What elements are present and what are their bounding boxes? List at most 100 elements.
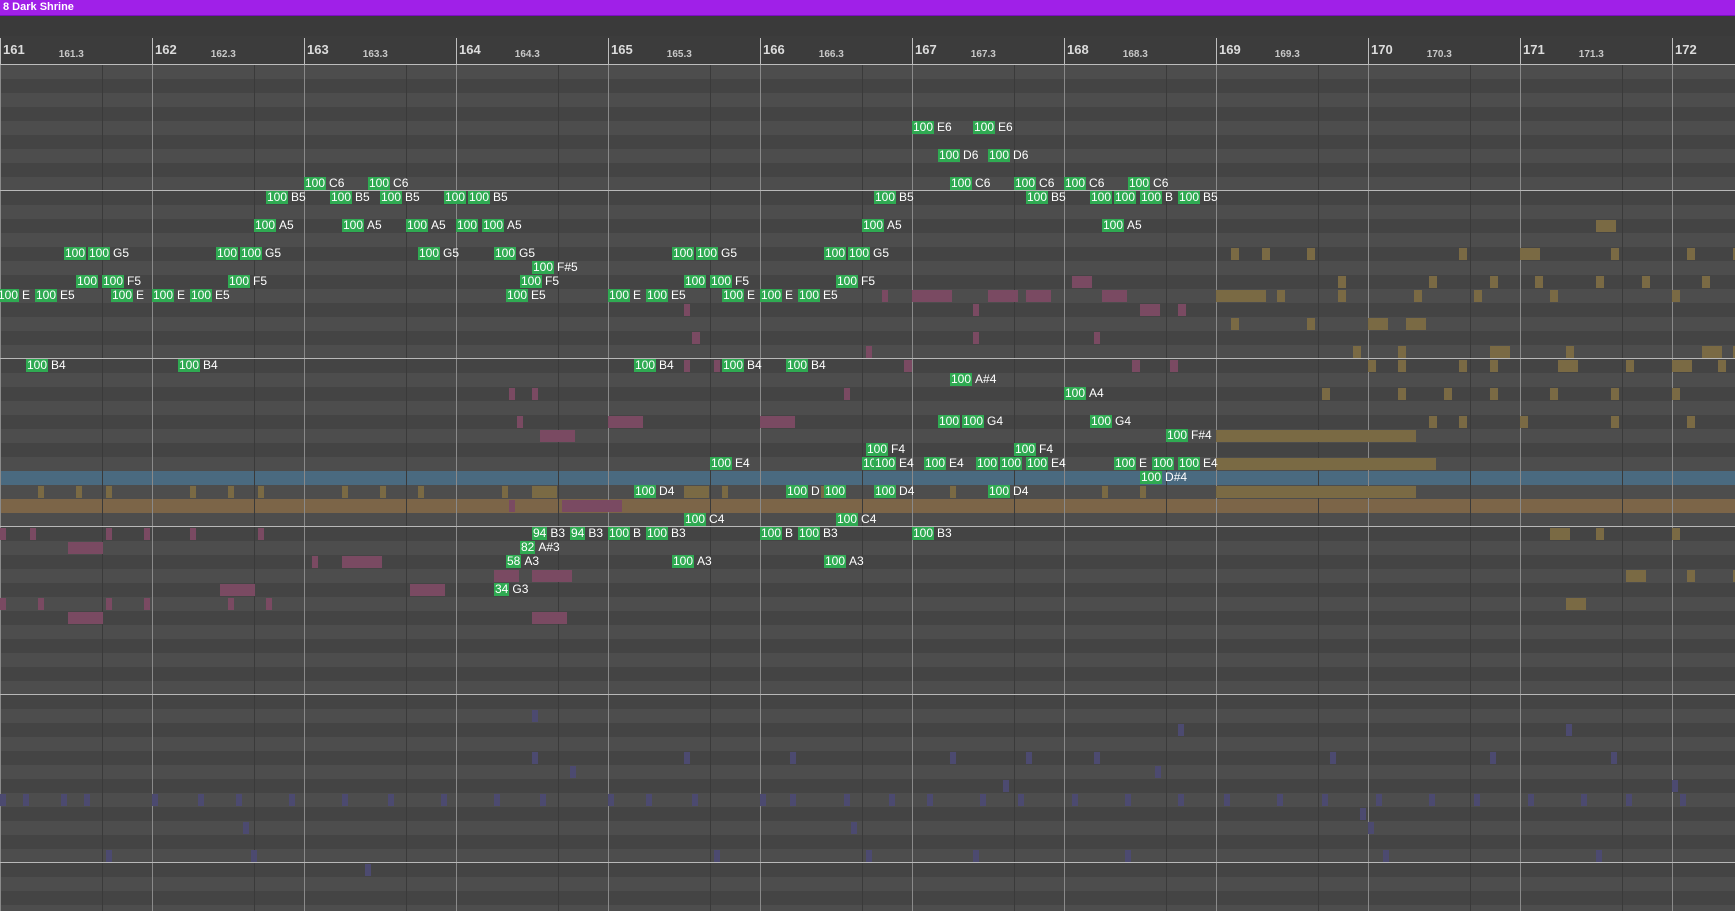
midi-note[interactable]: 100 B3 — [646, 527, 686, 540]
piano-roll-grid[interactable]: 100 E6 100 E6 100 D6 100 D6 100 C6 100 C6 100 C6 100 C6… — [0, 65, 1735, 911]
midi-note[interactable]: 100 E4 — [710, 457, 750, 470]
midi-note[interactable]: 100 E — [722, 289, 755, 302]
midi-note[interactable]: 100 — [1000, 457, 1023, 470]
midi-note[interactable]: 100 C6 — [950, 177, 990, 190]
midi-note[interactable]: 100 D4 — [874, 485, 914, 498]
midi-note[interactable]: 100 B — [760, 527, 793, 540]
midi-note[interactable]: 100 E6 — [973, 121, 1013, 134]
midi-note[interactable]: 100 C6 — [1128, 177, 1168, 190]
midi-note[interactable]: 100 F4 — [1014, 443, 1053, 456]
midi-note[interactable]: 100 A5 — [482, 219, 522, 232]
midi-note[interactable]: 100 E — [760, 289, 793, 302]
timeline-ruler[interactable]: 161 162 163 164 165 166 167 168 169 170 171 172 161.… — [0, 36, 1735, 65]
midi-note[interactable]: 100 B — [608, 527, 641, 540]
midi-note[interactable]: 100 — [672, 247, 695, 260]
midi-note[interactable]: 100 C6 — [304, 177, 344, 190]
midi-note[interactable]: 100 G5 — [848, 247, 889, 260]
midi-note[interactable]: 100 B — [1140, 191, 1173, 204]
midi-note[interactable]: 100 B3 — [912, 527, 952, 540]
midi-note[interactable]: 100 D#4 — [1140, 471, 1187, 484]
midi-note[interactable]: 100 E5 — [646, 289, 686, 302]
midi-note[interactable]: 34 G3 — [494, 583, 528, 596]
midi-note[interactable]: 100 E5 — [506, 289, 546, 302]
midi-note[interactable]: 100 E — [608, 289, 641, 302]
midi-note[interactable]: 100 C4 — [684, 513, 724, 526]
midi-note[interactable]: 100 — [456, 219, 479, 232]
midi-note[interactable]: 58 A3 — [506, 555, 539, 568]
midi-note[interactable]: 100 B4 — [786, 359, 826, 372]
midi-note[interactable]: 100 G5 — [418, 247, 459, 260]
midi-note[interactable]: 100 A3 — [824, 555, 864, 568]
midi-note[interactable]: 100 B4 — [26, 359, 66, 372]
midi-note[interactable]: 94 B3 — [570, 527, 603, 540]
midi-note[interactable]: 100 D4 — [634, 485, 674, 498]
midi-note[interactable]: 100 E5 — [798, 289, 838, 302]
midi-note[interactable]: 100 E5 — [35, 289, 75, 302]
midi-note[interactable]: 100 B5 — [1026, 191, 1066, 204]
midi-note[interactable]: 100 G5 — [696, 247, 737, 260]
midi-note[interactable]: 100 D6 — [988, 149, 1028, 162]
midi-note[interactable]: 100 A5 — [342, 219, 382, 232]
midi-note[interactable]: 100 A#4 — [950, 373, 996, 386]
midi-note[interactable]: 100 A3 — [672, 555, 712, 568]
midi-note[interactable]: 100 B5 — [874, 191, 914, 204]
midi-note[interactable]: 100 D — [786, 485, 820, 498]
midi-note[interactable]: 100 F5 — [102, 275, 141, 288]
midi-note[interactable]: 100 F5 — [710, 275, 749, 288]
midi-note[interactable]: 100 C6 — [1014, 177, 1054, 190]
midi-note[interactable]: 100 E — [111, 289, 144, 302]
midi-note[interactable]: 100 A5 — [406, 219, 446, 232]
midi-note[interactable]: 100 A5 — [254, 219, 294, 232]
midi-note[interactable]: 100 G5 — [494, 247, 535, 260]
midi-note[interactable]: 100 G5 — [88, 247, 129, 260]
midi-note[interactable]: 100 B5 — [330, 191, 370, 204]
midi-note[interactable]: 82 A#3 — [520, 541, 560, 554]
midi-note[interactable]: 100 E — [152, 289, 185, 302]
midi-note[interactable]: 100 F#4 — [1166, 429, 1212, 442]
midi-note[interactable]: 100 C6 — [1064, 177, 1104, 190]
midi-note[interactable]: 100 E4 — [924, 457, 964, 470]
midi-note[interactable]: 100 A5 — [1102, 219, 1142, 232]
midi-note[interactable]: 100 B4 — [178, 359, 218, 372]
midi-note[interactable]: 100 — [1090, 191, 1113, 204]
midi-note[interactable]: 100 F4 — [866, 443, 905, 456]
midi-note[interactable]: 100 F#5 — [532, 261, 578, 274]
midi-note[interactable]: 100 B5 — [380, 191, 420, 204]
midi-note[interactable]: 100 A5 — [862, 219, 902, 232]
midi-note[interactable]: 100 — [64, 247, 87, 260]
midi-note[interactable]: 100 B5 — [266, 191, 306, 204]
midi-note[interactable]: 94 B3 — [532, 527, 565, 540]
midi-note[interactable]: 100 B5 — [1178, 191, 1218, 204]
midi-note[interactable]: 100 E4 — [1178, 457, 1218, 470]
midi-note[interactable]: 100 E4 — [874, 457, 914, 470]
midi-note[interactable]: 100 G4 — [1090, 415, 1131, 428]
midi-note[interactable]: 100 — [976, 457, 999, 470]
midi-note[interactable]: 100 — [684, 275, 707, 288]
midi-note[interactable]: 100 C6 — [368, 177, 408, 190]
midi-note[interactable]: 100 G4 — [962, 415, 1003, 428]
midi-note[interactable]: 100 E — [0, 289, 30, 302]
midi-note[interactable]: 100 D4 — [988, 485, 1028, 498]
midi-note[interactable]: 100 F5 — [520, 275, 559, 288]
midi-note[interactable]: 100 B3 — [798, 527, 838, 540]
midi-note[interactable]: 100 — [938, 415, 961, 428]
midi-note[interactable]: 100 B5 — [468, 191, 508, 204]
midi-note[interactable]: 100 C4 — [836, 513, 876, 526]
midi-note[interactable]: 100 D6 — [938, 149, 978, 162]
midi-note[interactable]: 100 F5 — [836, 275, 875, 288]
clip-title-bar[interactable]: 8 Dark Shrine — [0, 0, 1735, 16]
midi-note[interactable]: 100 B4 — [634, 359, 674, 372]
midi-note[interactable]: 100 — [1114, 191, 1137, 204]
midi-note[interactable]: 100 — [76, 275, 99, 288]
midi-note[interactable]: 100 A4 — [1064, 387, 1104, 400]
midi-note[interactable]: 100 E — [1114, 457, 1147, 470]
midi-note[interactable]: 100 E5 — [190, 289, 230, 302]
midi-note[interactable]: 100 F5 — [228, 275, 267, 288]
midi-note[interactable]: 100 E6 — [912, 121, 952, 134]
midi-note[interactable]: 100 G5 — [240, 247, 281, 260]
midi-note[interactable]: 100 — [216, 247, 239, 260]
midi-note[interactable]: 100 — [1152, 457, 1175, 470]
midi-note[interactable]: 100 — [824, 247, 847, 260]
midi-note[interactable]: 100 E4 — [1026, 457, 1066, 470]
midi-note[interactable]: 100 — [824, 485, 847, 498]
